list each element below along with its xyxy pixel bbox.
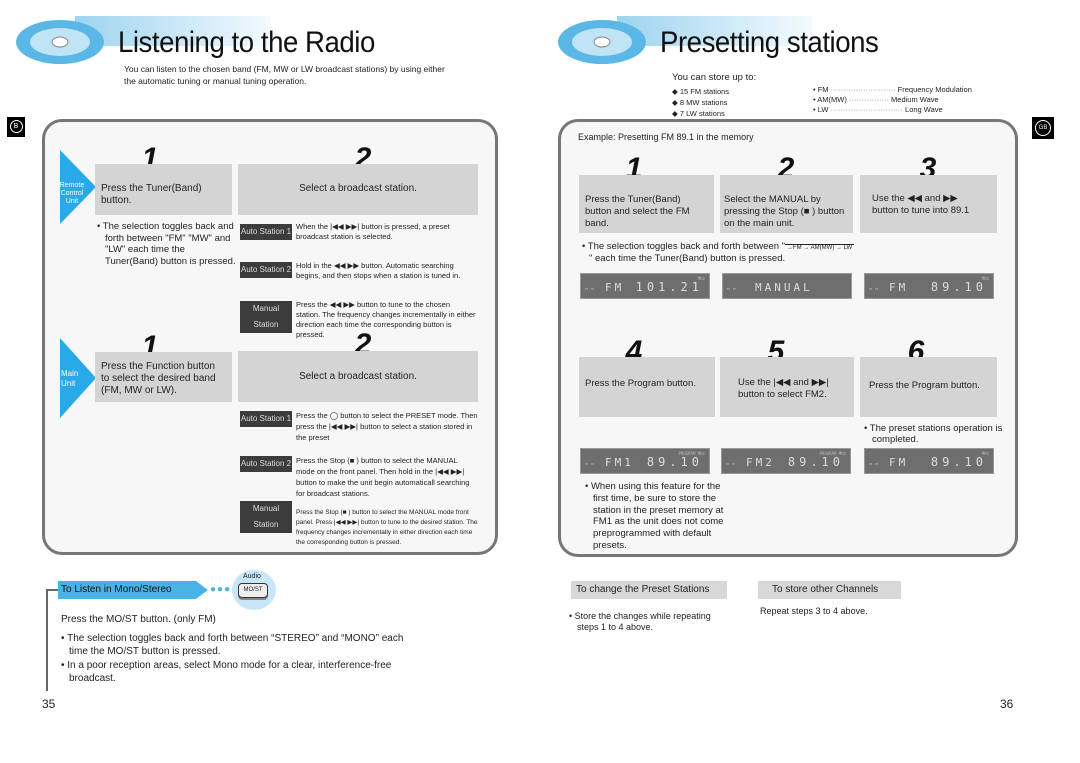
main-mode-tag-1: Auto Station 1: [240, 411, 292, 427]
right-page-number: 36: [1000, 697, 1014, 711]
remote-mode-tag-1: Auto Station 1: [240, 224, 292, 240]
mono-bracket-line: [46, 589, 60, 691]
lcd-display-step4: PROGRAM MHz ▭ ▭ FM1 89.10: [580, 448, 710, 474]
step1-box: Press the Tuner(Band) button and select …: [579, 175, 714, 233]
first-time-note: • When using this feature for the first …: [585, 481, 724, 551]
remote-control-label: Remote Control Unit: [59, 182, 85, 205]
main-mode-tag-3: Manual Station: [240, 501, 292, 533]
example-title: Example: Presetting FM 89.1 in the memor…: [578, 132, 754, 142]
mono-header-text: To Listen in Mono/Stereo: [61, 584, 172, 595]
lcd-display-step2: ▭ ▭ MANUAL: [722, 273, 852, 299]
lcd-display-step5: PROGRAM MHz ▭ ▭ FM2 89.10: [721, 448, 851, 474]
remote-step1-box: Press the Tuner(Band) button.: [95, 164, 232, 215]
mo-st-button: MO/ST: [238, 583, 268, 598]
remote-step2-box: Select a broadcast station.: [238, 164, 478, 215]
legend-lw: • LW ····························· Long …: [813, 105, 943, 114]
audio-caption: Audio: [243, 573, 261, 580]
toggle-sequence: →FM → AM(MW) → LW: [785, 244, 855, 251]
dots-icon: ●●●: [210, 584, 232, 595]
store-intro: You can store up to:: [672, 72, 757, 83]
completed-note: • The preset stations operation is compl…: [864, 423, 1003, 445]
left-lang-badge: B: [7, 117, 25, 137]
remote-mode-text-2: Hold in the ◀◀ ▶▶ button. Automatic sear…: [296, 261, 461, 280]
main-mode-text-2: Press the Stop (■ ) button to select the…: [296, 456, 470, 498]
step6-box: Press the Program button.: [860, 357, 997, 417]
left-page-title: Listening to the Radio: [118, 26, 375, 59]
main-step2-box: Select a broadcast station.: [238, 351, 478, 402]
toggle-note-line2: " each time the Tuner(Band) button is pr…: [589, 253, 786, 264]
change-presets-header: To change the Preset Stations: [571, 581, 727, 599]
main-step1-box: Press the Function button to select the …: [95, 352, 232, 402]
step3-box: Use the ◀◀ and ▶▶ button to tune into 89…: [860, 175, 997, 233]
right-page-title: Presetting stations: [660, 26, 879, 59]
left-page-number: 35: [42, 697, 56, 711]
store-other-text: Repeat steps 3 to 4 above.: [760, 606, 868, 616]
main-unit-label: Main Unit: [61, 369, 79, 388]
main-mode-tag-2: Auto Station 2: [240, 456, 292, 472]
step2-box: Select the MANUAL by pressing the Stop (…: [720, 175, 853, 233]
remote-mode-text-1: When the |◀◀ ▶▶| button is pressed, a pr…: [296, 222, 450, 241]
step4-box: Press the Program button.: [579, 357, 715, 417]
change-presets-text: • Store the changes while repeating step…: [569, 611, 711, 632]
remote-mode-tag-2: Auto Station 2: [240, 262, 292, 278]
lcd-display-step1: MHz ▭ ▭ FM 101.21: [580, 273, 710, 299]
step5-box: Use the |◀◀ and ▶▶| button to select FM2…: [720, 357, 854, 417]
main-mode-text-1: Press the ◯ button to select the PRESET …: [296, 411, 478, 442]
main-mode-text-3: Press the Stop (■ ) button to select the…: [296, 509, 478, 546]
mono-bullet-2: • In a poor reception areas, select Mono…: [61, 660, 392, 684]
left-intro-line1: You can listen to the chosen band (FM, M…: [124, 64, 445, 74]
store-other-header: To store other Channels: [758, 581, 901, 599]
remote-step1-note: • The selection toggles back and forth b…: [97, 221, 236, 267]
mono-instruction: Press the MO/ST button. (only FM): [61, 614, 216, 625]
lcd-display-step3: MHz ▭ ▭ FM 89.10: [864, 273, 994, 299]
left-intro-line2: the automatic tuning or manual tuning op…: [124, 76, 307, 86]
mono-bullet-1: • The selection toggles back and forth b…: [61, 633, 404, 657]
lcd-display-step6: MHz ▭ ▭ FM 89.10: [864, 448, 994, 474]
right-lang-badge: GB: [1032, 117, 1054, 139]
